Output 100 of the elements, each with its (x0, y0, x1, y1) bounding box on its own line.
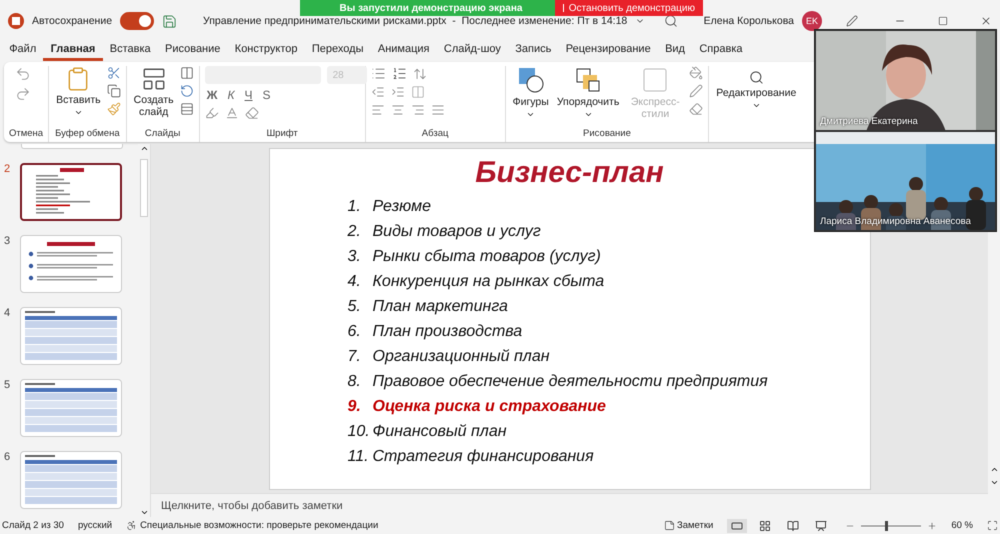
list-item: 3. Рынки сбыта товаров (услуг) (348, 246, 602, 267)
pen-icon[interactable] (846, 15, 858, 27)
highlighter-icon[interactable] (204, 106, 219, 120)
font-style-button[interactable]: Ж (204, 88, 220, 102)
slide-number: 4 (4, 307, 12, 321)
group-label: Отмена (9, 128, 44, 141)
section-icon[interactable] (180, 102, 194, 116)
font-color-icon[interactable] (224, 106, 239, 120)
indent-increase-icon[interactable] (390, 85, 405, 99)
ribbon-tab[interactable]: Вид (658, 40, 692, 60)
banner-text: Вы запустили демонстрацию экрана (340, 2, 522, 14)
ribbon-tab[interactable]: Рисование (158, 40, 228, 60)
indent-decrease-icon[interactable] (370, 85, 385, 99)
paste-button[interactable]: Вставить (54, 66, 103, 118)
group-label: Буфер обмена (54, 128, 121, 141)
notes-icon[interactable] (664, 520, 675, 531)
notes-button[interactable]: Заметки (677, 520, 714, 531)
slide-layout-icon (140, 66, 167, 92)
outline-icon[interactable] (689, 84, 704, 98)
undo-icon[interactable] (15, 66, 31, 82)
ribbon-tab[interactable]: Вставка (102, 40, 158, 60)
fit-slide-icon[interactable] (987, 520, 998, 531)
normal-view-icon (731, 520, 744, 532)
ribbon-tab[interactable]: Слайд-шоу (436, 40, 508, 60)
ribbon-tab[interactable]: Запись (508, 40, 559, 60)
app-logo (8, 13, 24, 29)
align-left-icon[interactable] (370, 103, 385, 117)
participant-name: Дмитриева Екатерина (820, 116, 918, 126)
list-item: 4. Конкуренция на рынках сбыта (348, 272, 606, 292)
close-icon[interactable] (980, 15, 992, 27)
book-icon (787, 520, 800, 532)
notes-placeholder[interactable]: Щелкните, чтобы добавить заметки (161, 500, 343, 512)
scrollbar-thumb[interactable] (140, 159, 148, 217)
ribbon-tab[interactable]: Переходы (304, 40, 371, 60)
group-label: Абзац (420, 128, 450, 141)
ribbon-tab[interactable]: Файл (2, 40, 44, 60)
autosave-toggle[interactable] (120, 12, 154, 30)
font-style-button[interactable]: S (260, 88, 273, 102)
fill-icon[interactable] (689, 66, 704, 80)
list-item: 9. Оценка риска и страхование (348, 396, 607, 417)
line-spacing-icon[interactable] (412, 66, 427, 80)
autosave-label: Автосохранение (32, 15, 112, 27)
list-item: 2. Виды товаров и услуг (348, 222, 542, 242)
search-icon[interactable] (664, 14, 678, 28)
redo-icon[interactable] (15, 86, 31, 102)
scroll-up-icon[interactable] (990, 465, 998, 474)
editing-button[interactable]: Редактирование (714, 66, 798, 110)
shapes-button[interactable]: Фигуры (510, 66, 551, 120)
group-label: Рисование (582, 128, 632, 141)
restore-icon[interactable] (938, 16, 948, 26)
font-style-button[interactable]: К (225, 88, 237, 102)
scroll-up-icon[interactable] (140, 144, 148, 153)
search-icon (748, 70, 764, 85)
new-slide-button[interactable]: Создать слайд (132, 66, 176, 118)
slide-number: 3 (4, 235, 12, 249)
user-name: Елена Королькова (704, 15, 794, 27)
accessibility-icon[interactable] (126, 520, 138, 531)
ribbon-tab[interactable]: Справка (692, 40, 750, 60)
normal-view-button[interactable] (727, 518, 748, 532)
save-icon[interactable] (162, 14, 178, 28)
scroll-down-icon[interactable] (140, 508, 148, 517)
align-right-icon[interactable] (410, 103, 425, 117)
ribbon-tab[interactable]: Конструктор (228, 40, 305, 60)
cut-icon[interactable] (106, 66, 121, 80)
list-item: 1. Резюме (348, 197, 432, 217)
justify-icon[interactable] (430, 103, 445, 117)
font-style-button[interactable]: Ч (242, 88, 255, 102)
accessibility-status[interactable]: Специальные возможности: проверьте рекомендации (140, 520, 378, 531)
ribbon-tab[interactable]: Анимация (370, 40, 437, 60)
participant-name: Лариса Владимировна Аванесова (820, 216, 971, 227)
slide-number: 5 (4, 379, 12, 393)
slide-title: Бизнес-план (475, 156, 664, 190)
arrange-button[interactable]: Упорядочить (554, 66, 622, 120)
slide-number: 2 (4, 163, 12, 177)
group-label: Шрифт (265, 128, 299, 141)
group-label: Слайды (144, 128, 182, 141)
zoom-level[interactable]: 60 % (951, 520, 973, 531)
copy-icon[interactable] (106, 84, 121, 98)
list-item: 5. План маркетинга (348, 296, 509, 317)
eraser-icon[interactable] (244, 106, 259, 120)
document-title: Управление предпринимательскими рисками.pptx - Последнее изменение: Пт в 14:18 (203, 15, 628, 27)
arrange-icon (574, 66, 602, 94)
style-icon (641, 66, 670, 94)
reset-icon[interactable] (180, 84, 194, 98)
ribbon-tab[interactable]: Рецензирование (558, 40, 658, 60)
user-avatar[interactable]: EK (802, 11, 822, 31)
language-label[interactable]: русский (78, 520, 112, 531)
align-center-icon[interactable] (390, 103, 405, 117)
list-item: 8. Правовое обеспечение деятельности предприятия (348, 372, 768, 392)
list-item: 10. Финансовый план (348, 422, 508, 442)
stop-sharing-button[interactable]: Остановить демонстрацию (555, 0, 703, 16)
numbering-icon[interactable] (392, 66, 407, 81)
slide-number: 6 (4, 451, 12, 465)
list-item: 6. План производства (348, 322, 524, 342)
slide-counter: Слайд 2 из 30 (2, 520, 64, 531)
list-item: 7. Организационный план (348, 346, 551, 367)
zoom-in-icon[interactable] (927, 520, 938, 530)
list-item: 11. Стратегия финансирования (348, 446, 595, 467)
layout-icon[interactable] (180, 66, 194, 80)
scroll-down-icon[interactable] (990, 478, 998, 487)
